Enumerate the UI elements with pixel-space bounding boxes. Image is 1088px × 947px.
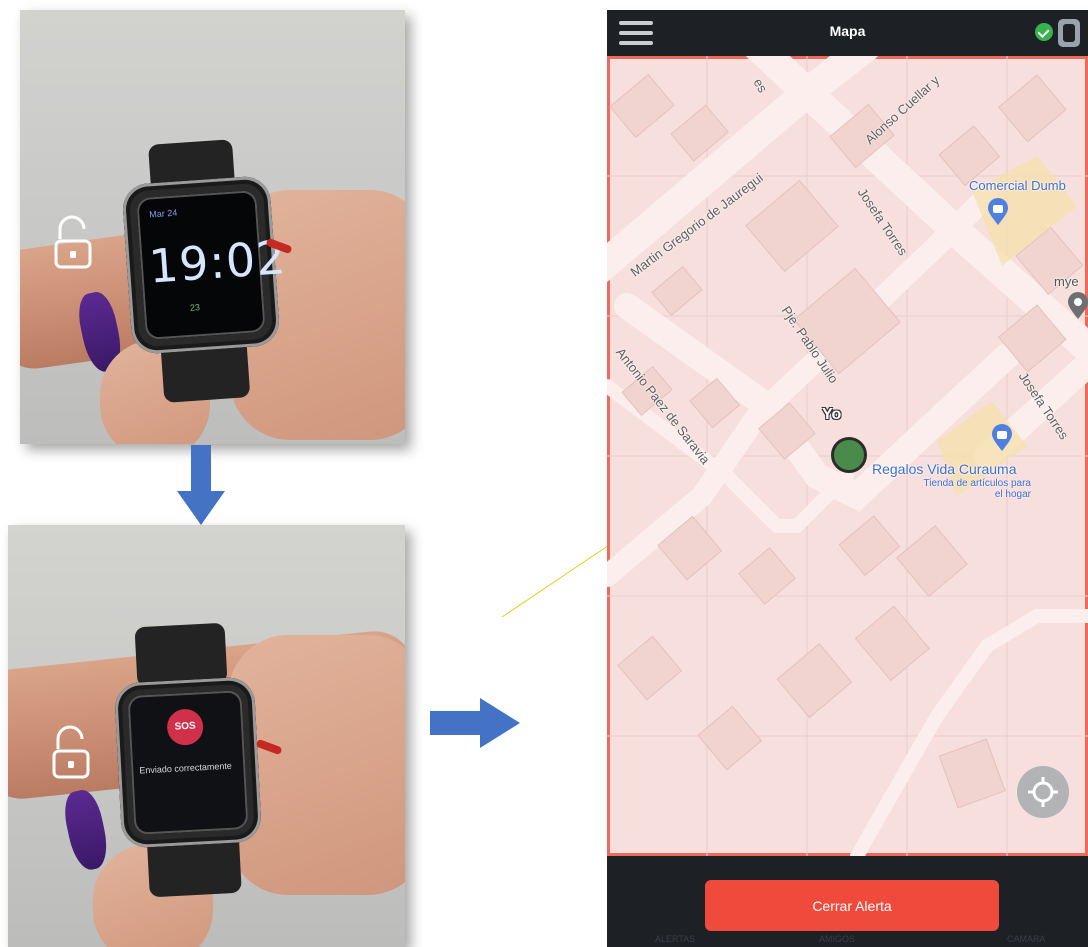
arrow-down-icon <box>177 445 225 525</box>
watch-body: SOS Enviado correctamente <box>113 676 263 849</box>
tab-alertas[interactable]: ALERTAS <box>655 934 695 944</box>
user-location-marker[interactable] <box>831 437 867 473</box>
photo-watch-unlocked: Mar 24 19:02 23 <box>20 10 405 444</box>
map-view[interactable]: es Alonso Cuellar y Martin Gregorio de J… <box>607 56 1088 856</box>
unlock-icon <box>52 725 90 779</box>
watch-screen: Mar 24 19:02 23 <box>136 189 288 341</box>
close-alert-button[interactable]: Cerrar Alerta <box>705 880 999 931</box>
shopping-pin-icon[interactable] <box>991 424 1013 452</box>
shopping-pin-icon[interactable] <box>987 198 1009 226</box>
crosshair-icon <box>1028 777 1058 807</box>
poi-label[interactable]: Comercial Dumb <box>969 178 1066 193</box>
watch-date: Mar 24 <box>149 207 178 220</box>
purple-nail <box>60 787 112 873</box>
photo-watch-sos: SOS Enviado correctamente <box>8 525 405 947</box>
you-marker-label: Yo <box>822 406 842 423</box>
callout-line <box>501 538 619 618</box>
my-location-button[interactable] <box>1017 766 1069 818</box>
poi-label[interactable]: Regalos Vida Curauma <box>872 461 1017 477</box>
app-bar: Mapa <box>607 10 1088 56</box>
watch-screen: SOS Enviado correctamente <box>127 690 249 835</box>
phone-app: Mapa es Alonso Cuellar y Martin Gregorio… <box>607 10 1088 947</box>
watch-icon[interactable] <box>1058 19 1080 47</box>
sos-badge: SOS <box>166 708 205 747</box>
page-title: Mapa <box>829 23 866 39</box>
tab-camara[interactable]: CAMARA <box>1007 934 1046 944</box>
unlock-icon <box>54 215 92 269</box>
watch-sent-message: Enviado correctamente <box>139 760 233 776</box>
arrow-right-icon <box>430 698 520 748</box>
bottom-nav: ALERTAS AMIGOS CAMARA Cerrar Alerta <box>607 856 1088 947</box>
location-pin-icon[interactable] <box>1067 292 1088 320</box>
connected-check-icon <box>1035 23 1053 41</box>
tab-amigos[interactable]: AMIGOS <box>819 934 855 944</box>
poi-sublabel: Tienda de artículos para el hogar <box>923 478 1031 500</box>
watch-body: Mar 24 19:02 23 <box>121 175 288 355</box>
poi-label[interactable]: mye <box>1054 274 1079 289</box>
watch-steps: 23 <box>189 302 201 313</box>
